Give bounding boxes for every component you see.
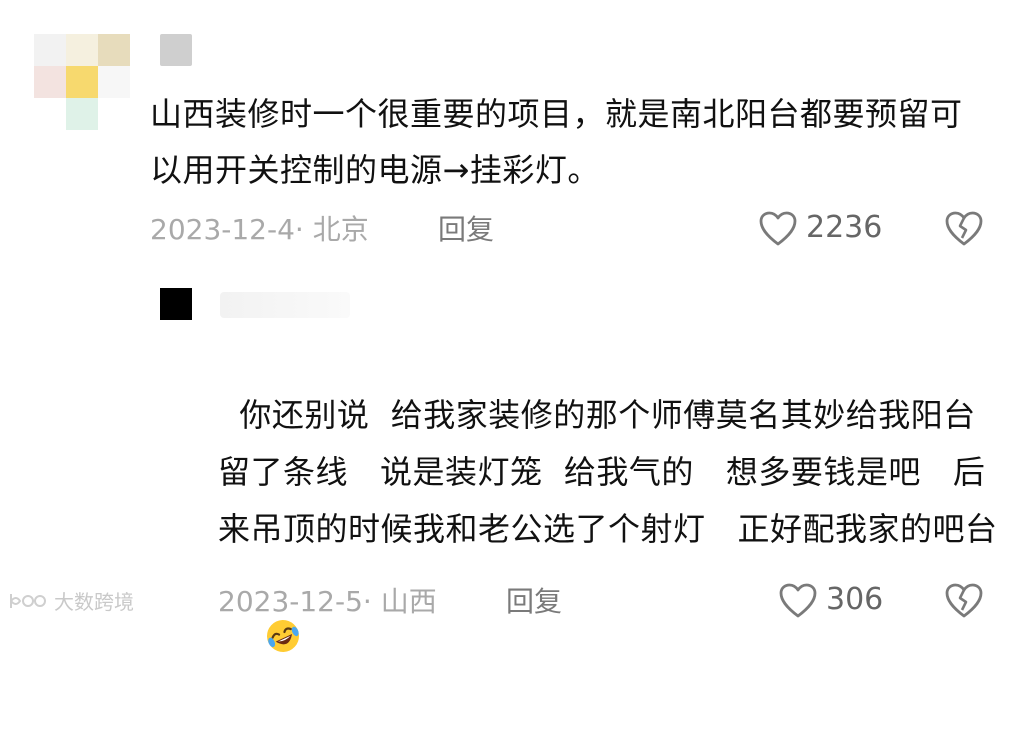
reply-button[interactable]: 回复	[438, 208, 494, 248]
watermark: 大数跨境	[8, 586, 134, 615]
avatar-pixel	[66, 66, 98, 98]
avatar-pixel	[98, 66, 130, 98]
reply-text: 你还别说 给我家装修的那个师傅莫名其妙给我阳台留了条线 说是装灯笼 给我气的 想…	[218, 396, 998, 548]
avatar[interactable]	[34, 34, 130, 130]
heart-outline-icon[interactable]	[758, 210, 798, 248]
comment-text: 山西装修时一个很重要的项目，就是南北阳台都要预留可以用开关控制的电源→挂彩灯。	[150, 95, 963, 189]
reply-comment-text: 你还别说 给我家装修的那个师傅莫名其妙给我阳台留了条线 说是装灯笼 给我气的 想…	[218, 330, 998, 729]
broken-heart-icon[interactable]	[944, 582, 984, 620]
avatar-pixel	[98, 34, 130, 66]
avatar-pixel	[34, 66, 66, 98]
like-count: 2236	[806, 210, 883, 245]
reply-date-location: 2023-12-5· 山西	[218, 585, 437, 618]
avatar-pixel	[34, 34, 66, 66]
reply-username[interactable]	[220, 292, 350, 318]
username[interactable]	[160, 34, 192, 66]
reply-avatar[interactable]	[160, 288, 192, 320]
watermark-text: 大数跨境	[54, 590, 134, 614]
avatar-pixel	[66, 98, 98, 130]
comment-date-location: 2023-12-4· 北京	[150, 213, 369, 246]
broken-heart-icon[interactable]	[944, 210, 984, 248]
avatar-pixel	[66, 34, 98, 66]
heart-outline-icon[interactable]	[778, 582, 818, 620]
watermark-logo-icon	[10, 593, 46, 608]
reply-reply-button[interactable]: 回复	[506, 580, 562, 620]
reply-like-count: 306	[826, 582, 884, 617]
